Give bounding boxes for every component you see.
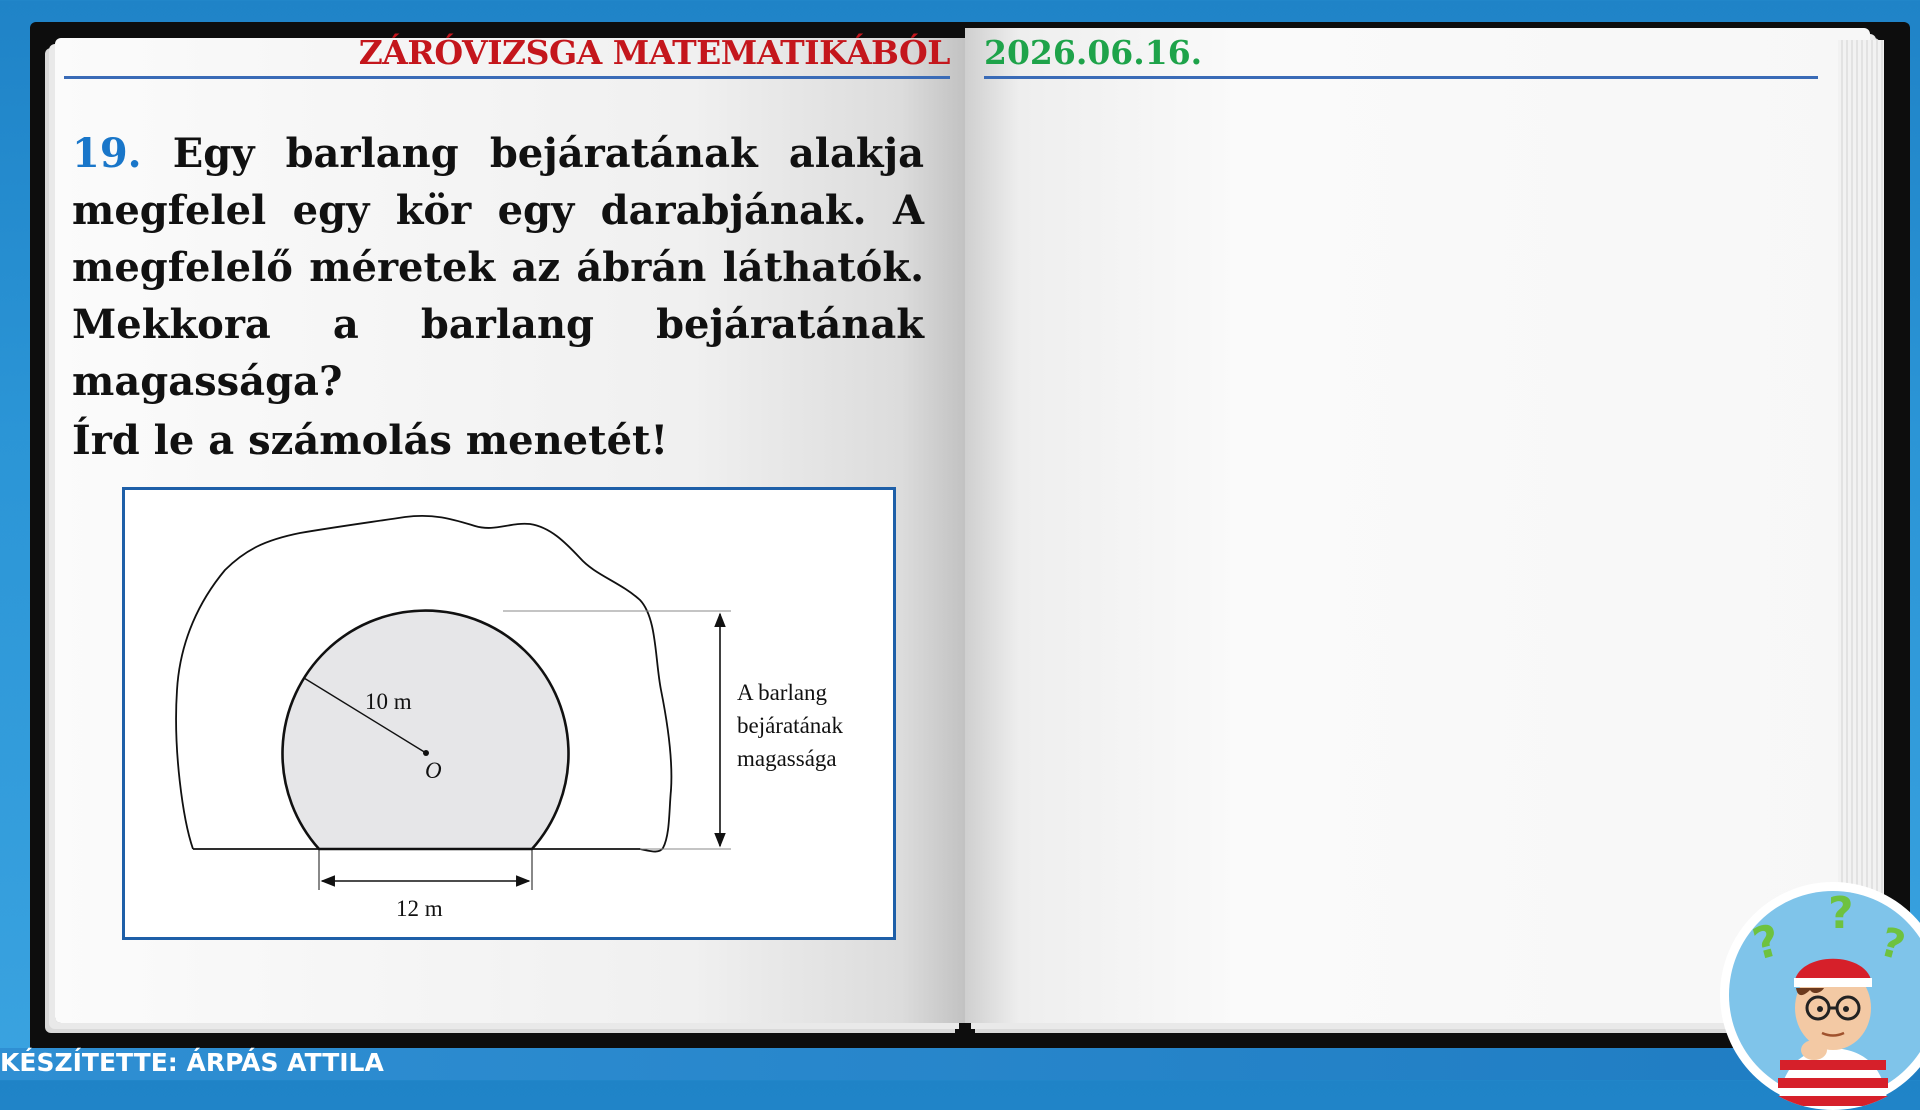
question-instruction: Írd le a számolás menetét! [72, 417, 669, 464]
right-page [965, 28, 1870, 1023]
center-label: O [425, 758, 442, 783]
cave-figure: 10 m O A barlang bejáratának magassága 1… [122, 487, 896, 940]
exam-date: 2026.06.16. [984, 33, 1203, 72]
height-label-line2: bejáratának [737, 713, 843, 738]
cave-diagram: 10 m O A barlang bejáratának magassága 1… [175, 514, 843, 921]
author-credit: KÉSZÍTETTE: ÁRPÁS ATTILA [0, 1048, 384, 1077]
center-point [423, 750, 429, 756]
question-text-block: 19. Egy barlang bejáratának alakja megfe… [72, 125, 924, 410]
page-title: ZÁRÓVIZSGA MATEMATIKÁBÓL [358, 33, 951, 72]
height-label-line3: magassága [737, 746, 837, 771]
header-date-bar: 2026.06.16. [984, 30, 1818, 79]
radius-label: 10 m [365, 689, 412, 714]
svg-text:?: ? [1828, 888, 1854, 939]
page-edges [1838, 40, 1884, 1025]
height-label-line1: A barlang [737, 680, 828, 705]
header-title-bar: ZÁRÓVIZSGA MATEMATIKÁBÓL [64, 30, 951, 79]
cave-entrance-segment [281, 609, 570, 851]
question-body: Egy barlang bejáratának alakja megfelel … [72, 130, 924, 405]
question-number: 19. [72, 130, 142, 177]
chord-label: 12 m [396, 896, 443, 921]
